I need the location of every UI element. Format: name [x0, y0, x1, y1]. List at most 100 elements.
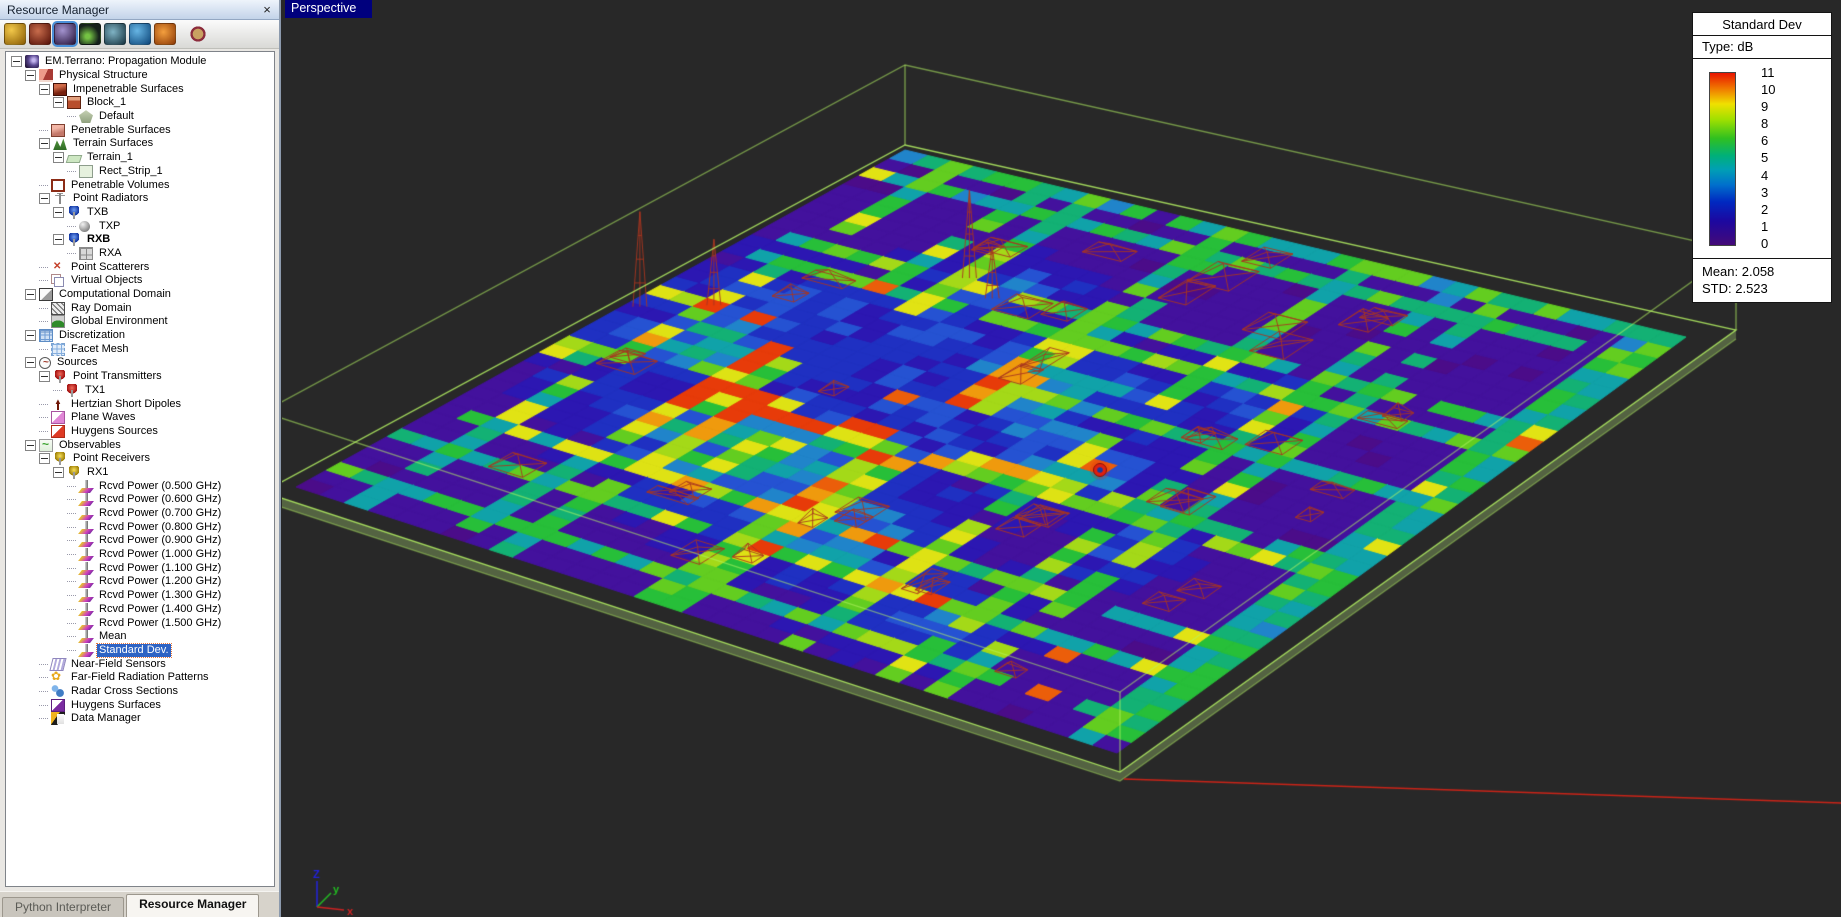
tree-item-huygens-surfaces[interactable]: Huygens Surfaces	[39, 698, 274, 712]
port-module-icon[interactable]	[187, 23, 209, 45]
tree-item-discretization[interactable]: Discretization	[25, 329, 274, 343]
tree-item-label[interactable]: TXB	[85, 206, 110, 219]
expander-minus-icon[interactable]	[53, 234, 64, 246]
tree-item-impenetrable-surfaces[interactable]: Impenetrable Surfaces	[39, 82, 274, 96]
illumina-module-icon[interactable]	[129, 23, 151, 45]
tree-item-rxb[interactable]: RXB	[53, 233, 274, 247]
tree-item-label[interactable]: EM.Terrano: Propagation Module	[43, 55, 208, 68]
tree-item-label[interactable]: Point Receivers	[71, 452, 152, 465]
tree-item-rcvd-power-0-700-ghz[interactable]: Rcvd Power (0.700 GHz)	[67, 507, 274, 521]
tree-item-block-1[interactable]: Block_1	[53, 96, 274, 110]
tree-item-rcvd-power-1-200-ghz[interactable]: Rcvd Power (1.200 GHz)	[67, 575, 274, 589]
tree-item-label[interactable]: Penetrable Volumes	[69, 179, 171, 192]
tree-item-label[interactable]: Virtual Objects	[69, 274, 144, 287]
tree-item-rcvd-power-1-000-ghz[interactable]: Rcvd Power (1.000 GHz)	[67, 548, 274, 562]
tree-item-em-terrano-propagation-module[interactable]: EM.Terrano: Propagation Module	[11, 55, 274, 69]
tree-item-label[interactable]: Rcvd Power (0.800 GHz)	[97, 521, 223, 534]
tree-item-rcvd-power-1-500-ghz[interactable]: Rcvd Power (1.500 GHz)	[67, 616, 274, 630]
tree-item-observables[interactable]: Observables	[25, 437, 274, 452]
tab-python-interpreter[interactable]: Python Interpreter	[2, 897, 125, 917]
tree-item-facet-mesh[interactable]: Facet Mesh	[39, 342, 274, 356]
libera-module-icon[interactable]	[79, 23, 101, 45]
tree-item-label[interactable]: Default	[97, 110, 136, 123]
tree-item-label[interactable]: Rcvd Power (0.900 GHz)	[97, 534, 223, 547]
tree-item-label[interactable]: Rcvd Power (0.500 GHz)	[97, 480, 223, 493]
tree-item-label[interactable]: Rcvd Power (1.500 GHz)	[97, 617, 223, 630]
tree-item-sources[interactable]: Sources	[25, 356, 274, 370]
expander-minus-icon[interactable]	[39, 138, 50, 150]
tree-item-mean[interactable]: Mean	[67, 630, 274, 644]
tree-item-label[interactable]: RXA	[97, 247, 124, 260]
close-icon[interactable]: ×	[259, 2, 275, 17]
tree-item-label[interactable]: Sources	[55, 356, 99, 369]
tree-item-rcvd-power-0-800-ghz[interactable]: Rcvd Power (0.800 GHz)	[67, 520, 274, 534]
tree-item-physical-structure[interactable]: Physical Structure	[25, 69, 274, 83]
tree-item-data-manager[interactable]: Data Manager	[39, 712, 274, 726]
tree-item-rcvd-power-0-500-ghz[interactable]: Rcvd Power (0.500 GHz)	[67, 479, 274, 493]
expander-minus-icon[interactable]	[53, 466, 64, 478]
tree-item-label[interactable]: Point Scatterers	[69, 261, 151, 274]
tree-item-rxa[interactable]: RXA	[67, 246, 274, 261]
picasso-module-icon[interactable]	[104, 23, 126, 45]
tree-item-label[interactable]: Physical Structure	[57, 69, 150, 82]
tree-item-ray-domain[interactable]: Ray Domain	[39, 301, 274, 315]
tree-item-rcvd-power-0-900-ghz[interactable]: Rcvd Power (0.900 GHz)	[67, 534, 274, 548]
tree-item-terrain-surfaces[interactable]: Terrain Surfaces	[39, 137, 274, 151]
expander-minus-icon[interactable]	[53, 152, 64, 164]
tree-item-label[interactable]: Terrain_1	[85, 151, 135, 164]
tree-item-txp[interactable]: TXP	[67, 219, 274, 233]
tree-item-virtual-objects[interactable]: Virtual Objects	[39, 274, 274, 288]
tree-item-label[interactable]: Computational Domain	[57, 288, 173, 301]
tree-item-label[interactable]: Huygens Sources	[69, 425, 160, 438]
scene-canvas[interactable]	[282, 0, 1841, 917]
tree-item-label[interactable]: Point Radiators	[71, 192, 150, 205]
terano-module-icon[interactable]	[52, 21, 78, 47]
tree-item-rcvd-power-0-600-ghz[interactable]: Rcvd Power (0.600 GHz)	[67, 493, 274, 507]
expander-minus-icon[interactable]	[39, 83, 50, 95]
tree-item-label[interactable]: Facet Mesh	[69, 343, 130, 356]
tree-item-point-receivers[interactable]: Point Receivers	[39, 452, 274, 466]
expander-minus-icon[interactable]	[25, 289, 36, 301]
tree-item-label[interactable]: Far-Field Radiation Patterns	[69, 671, 211, 684]
tree-item-point-radiators[interactable]: Point Radiators	[39, 192, 274, 206]
tree-item-label[interactable]: Impenetrable Surfaces	[71, 83, 186, 96]
tree-item-label[interactable]: RXB	[85, 233, 112, 246]
tree-item-far-field-radiation-patterns[interactable]: Far-Field Radiation Patterns	[39, 669, 274, 685]
tree-item-label[interactable]: Rcvd Power (1.400 GHz)	[97, 603, 223, 616]
tree-item-label[interactable]: Rect_Strip_1	[97, 165, 165, 178]
tree-item-label[interactable]: Global Environment	[69, 315, 170, 328]
tree-item-terrain-1[interactable]: Terrain_1	[53, 151, 274, 165]
tree-item-label[interactable]: Rcvd Power (1.200 GHz)	[97, 575, 223, 588]
tree-item-rcvd-power-1-300-ghz[interactable]: Rcvd Power (1.300 GHz)	[67, 589, 274, 603]
tree-item-label[interactable]: Hertzian Short Dipoles	[69, 398, 183, 411]
tree-item-plane-waves[interactable]: Plane Waves	[39, 411, 274, 425]
tree-item-huygens-sources[interactable]: Huygens Sources	[39, 424, 274, 439]
tree-item-label[interactable]: Data Manager	[69, 712, 143, 725]
tree-item-label[interactable]: Standard Dev.	[96, 642, 172, 658]
tree-item-label[interactable]: Huygens Surfaces	[69, 699, 163, 712]
tempo-module-icon[interactable]	[29, 23, 51, 45]
expander-minus-icon[interactable]	[53, 97, 64, 109]
expander-minus-icon[interactable]	[11, 56, 22, 68]
tree-item-computational-domain[interactable]: Computational Domain	[25, 288, 274, 302]
expander-minus-icon[interactable]	[39, 371, 50, 383]
tree-item-label[interactable]: Near-Field Sensors	[69, 658, 168, 671]
tab-resource-manager[interactable]: Resource Manager	[126, 894, 260, 917]
expander-minus-icon[interactable]	[53, 206, 64, 218]
tree-item-label[interactable]: Point Transmitters	[71, 370, 164, 383]
ferma-module-icon[interactable]	[154, 23, 176, 45]
tree-item-point-scatterers[interactable]: Point Scatterers	[39, 260, 274, 274]
tree-item-hertzian-short-dipoles[interactable]: Hertzian Short Dipoles	[39, 397, 274, 411]
tree-item-rx1[interactable]: RX1	[53, 465, 274, 480]
tree-item-label[interactable]: Rcvd Power (1.000 GHz)	[97, 548, 223, 561]
tree-item-label[interactable]: Rcvd Power (0.600 GHz)	[97, 493, 223, 506]
tree-item-label[interactable]: Observables	[57, 439, 123, 452]
tree-item-penetrable-surfaces[interactable]: Penetrable Surfaces	[39, 123, 274, 137]
tab-perspective[interactable]: Perspective	[285, 0, 373, 18]
tree-item-rcvd-power-1-400-ghz[interactable]: Rcvd Power (1.400 GHz)	[67, 602, 274, 617]
tree-item-global-environment[interactable]: Global Environment	[39, 315, 274, 329]
tree-item-label[interactable]: Terrain Surfaces	[71, 137, 155, 150]
tree-item-label[interactable]: Block_1	[85, 96, 128, 109]
expander-minus-icon[interactable]	[25, 357, 36, 369]
tree-item-tx1[interactable]: TX1	[53, 383, 274, 398]
